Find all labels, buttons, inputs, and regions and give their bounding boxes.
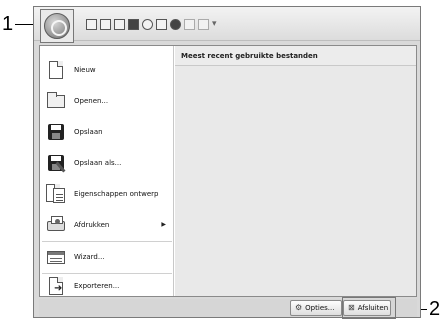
callout-2: 2 bbox=[429, 298, 441, 320]
printer-icon bbox=[46, 215, 66, 235]
open-folder-icon bbox=[46, 91, 66, 111]
wizard-icon bbox=[46, 247, 66, 267]
open-icon[interactable] bbox=[100, 18, 111, 30]
options-button[interactable]: ⚙ Opties... bbox=[290, 300, 342, 316]
new-document-icon bbox=[46, 60, 66, 80]
screen: 1 2 ▾ Nieuw Openen... Opslaan Opslaan al… bbox=[0, 0, 442, 322]
menu-commands: Nieuw Openen... Opslaan Opslaan als... E… bbox=[40, 46, 174, 296]
menu-item-nieuw[interactable]: Nieuw bbox=[42, 56, 172, 84]
recent-files-pane: Meest recent gebruikte bestanden bbox=[175, 46, 416, 296]
redo-icon[interactable] bbox=[198, 18, 209, 30]
quick-access-toolbar: ▾ bbox=[86, 16, 217, 32]
menu-separator bbox=[42, 241, 172, 242]
zoom-icon[interactable] bbox=[170, 18, 181, 30]
menu-item-afdrukken[interactable]: Afdrukken ▶ bbox=[42, 211, 172, 239]
menu-item-exporteren[interactable]: ➜ Exporteren... bbox=[42, 275, 172, 297]
menu-item-wizard[interactable]: Wizard... bbox=[42, 243, 172, 271]
menu-item-label: Opslaan bbox=[74, 128, 103, 136]
menu-item-label: Exporteren... bbox=[74, 282, 120, 290]
menu-item-label: Wizard... bbox=[74, 253, 105, 261]
application-window: ▾ Nieuw Openen... Opslaan Opslaan als...… bbox=[33, 6, 421, 318]
menu-item-eigenschappen-ontwerp[interactable]: Eigenschappen ontwerp bbox=[42, 180, 172, 208]
menu-item-label: Afdrukken bbox=[74, 221, 110, 229]
save-disk-icon bbox=[46, 122, 66, 142]
options-gear-icon: ⚙ bbox=[295, 303, 303, 312]
menu-item-label: Opslaan als... bbox=[74, 159, 122, 167]
stitch-icon[interactable] bbox=[156, 18, 167, 30]
exit-highlight-box bbox=[342, 297, 396, 319]
application-button[interactable] bbox=[44, 13, 70, 39]
undo-icon[interactable] bbox=[184, 18, 195, 30]
menu-separator bbox=[42, 273, 172, 274]
select-icon[interactable] bbox=[142, 18, 153, 30]
customize-icon[interactable]: ▾ bbox=[212, 19, 217, 29]
record-icon[interactable] bbox=[128, 18, 139, 30]
options-button-label: Opties... bbox=[305, 304, 335, 312]
menu-item-openen[interactable]: Openen... bbox=[42, 87, 172, 115]
menu-item-label: Openen... bbox=[74, 97, 109, 105]
menu-item-opslaan-als[interactable]: Opslaan als... bbox=[42, 149, 172, 177]
menu-item-label: Eigenschappen ontwerp bbox=[74, 190, 159, 198]
menu-item-opslaan[interactable]: Opslaan bbox=[42, 118, 172, 146]
save-as-icon bbox=[46, 153, 66, 173]
application-menu: Nieuw Openen... Opslaan Opslaan als... E… bbox=[39, 45, 417, 297]
recent-files-header: Meest recent gebruikte bestanden bbox=[175, 46, 416, 66]
application-button-highlight bbox=[40, 9, 74, 43]
menu-item-label: Nieuw bbox=[74, 66, 96, 74]
new-icon[interactable] bbox=[86, 18, 97, 30]
callout-1: 1 bbox=[2, 13, 14, 35]
title-bar: ▾ bbox=[34, 7, 420, 41]
design-properties-icon bbox=[46, 184, 66, 204]
submenu-arrow-icon: ▶ bbox=[161, 221, 166, 228]
export-icon: ➜ bbox=[46, 276, 66, 296]
save-icon[interactable] bbox=[114, 18, 125, 30]
